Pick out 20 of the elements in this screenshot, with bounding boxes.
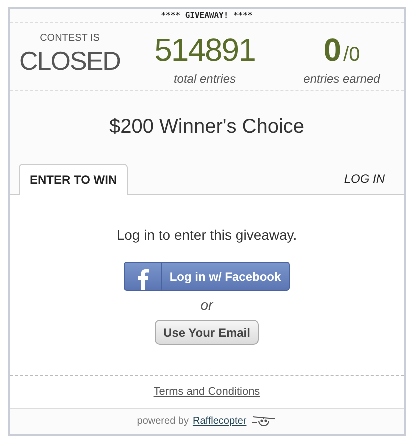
- entries-earned-count: 0: [324, 34, 342, 66]
- email-login-button[interactable]: Use Your Email: [154, 320, 260, 345]
- banner-text: **** GIVEAWAY! ****: [161, 12, 253, 20]
- entries-earned-label: entries earned: [304, 71, 380, 88]
- entries-possible-count: /0: [344, 45, 360, 65]
- terms-link[interactable]: Terms and Conditions: [154, 384, 260, 400]
- login-prompt: Log in to enter this giveaway.: [116, 226, 298, 245]
- total-entries-count: 514891: [154, 34, 256, 66]
- total-entries-label: total entries: [174, 71, 236, 88]
- facebook-login-button[interactable]: Log in w/ Facebook: [124, 262, 290, 291]
- smiling-helicopter-icon: [250, 414, 277, 428]
- tab[interactable]: ENTER TO WIN: [19, 164, 128, 195]
- rafflecopter-link[interactable]: Rafflecopter: [192, 414, 247, 429]
- or-separator: or: [200, 296, 214, 315]
- prize-title: $200 Winner's Choice: [109, 115, 305, 140]
- status-label: CONTEST IS: [40, 34, 100, 44]
- powered-by-text: powered by: [137, 415, 189, 429]
- facebook-logo-icon: [137, 268, 149, 290]
- tab[interactable]: LOG IN: [334, 163, 395, 194]
- status-value: CLOSED: [20, 48, 120, 74]
